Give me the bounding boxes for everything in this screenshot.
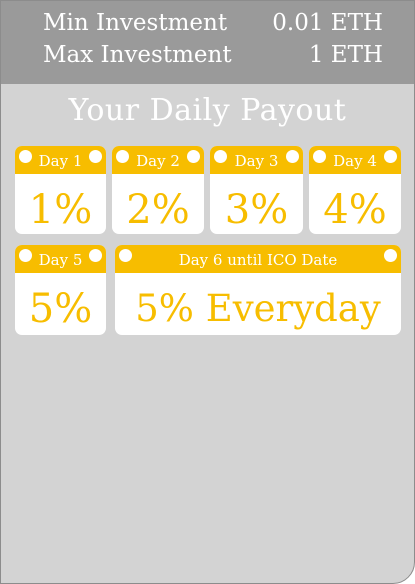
- day-4-percent: 4%: [323, 187, 387, 233]
- day-2-label: Day 2: [136, 152, 180, 170]
- max-investment-label: Max Investment: [43, 42, 232, 68]
- circle-icon: [89, 150, 102, 163]
- max-investment-row: Max Investment 1 ETH: [43, 42, 383, 72]
- min-investment-label: Min Investment: [43, 10, 228, 36]
- circle-icon: [19, 249, 32, 262]
- min-investment-row: Min Investment 0.01 ETH: [43, 10, 383, 40]
- circle-icon: [116, 150, 129, 163]
- payout-panel: Min Investment 0.01 ETH Max Investment 1…: [0, 0, 415, 584]
- day-1-label: Day 1: [38, 152, 83, 170]
- circle-icon: [19, 150, 32, 163]
- day-4-label: Day 4: [333, 152, 377, 170]
- day-5-label: Day 5: [38, 251, 83, 269]
- day-6-header: Day 6 until ICO Date: [115, 245, 401, 273]
- day-6-percent: 5% Everyday: [135, 287, 381, 330]
- circle-icon: [119, 249, 132, 262]
- payout-title: Your Daily Payout: [68, 93, 347, 128]
- day-3-label: Day 3: [234, 152, 279, 170]
- day-1-card: Day 1 1%: [15, 146, 106, 234]
- max-investment-value: 1 ETH: [308, 42, 383, 68]
- day-4-card: Day 4 4%: [309, 146, 401, 234]
- circle-icon: [384, 249, 397, 262]
- circle-icon: [286, 150, 299, 163]
- circle-icon: [214, 150, 227, 163]
- day-3-card: Day 3 3%: [210, 146, 303, 234]
- circle-icon: [89, 249, 102, 262]
- circle-icon: [384, 150, 397, 163]
- day-6-label: Day 6 until ICO Date: [178, 251, 338, 269]
- circle-icon: [313, 150, 326, 163]
- day-5-card: Day 5 5%: [15, 245, 106, 335]
- day-3-percent: 3%: [224, 187, 289, 233]
- day-2-percent: 2%: [126, 187, 190, 233]
- min-investment-value: 0.01 ETH: [272, 10, 383, 36]
- day-5-percent: 5%: [28, 286, 93, 332]
- circle-icon: [187, 150, 200, 163]
- investment-header: Min Investment 0.01 ETH Max Investment 1…: [1, 1, 414, 84]
- day-6-card: Day 6 until ICO Date 5% Everyday: [115, 245, 401, 335]
- day-2-card: Day 2 2%: [112, 146, 204, 234]
- day-1-percent: 1%: [28, 187, 93, 233]
